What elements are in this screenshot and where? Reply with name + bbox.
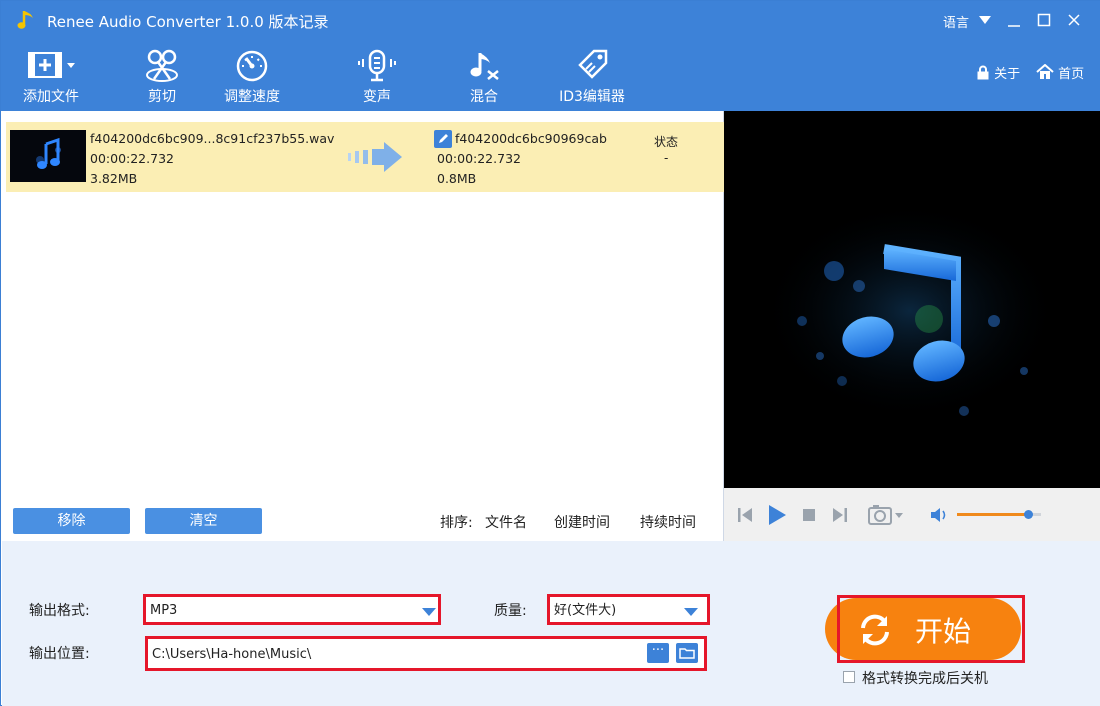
remove-button[interactable]: 移除: [13, 508, 130, 534]
file-list-panel: f404200dc6bc909...8c91cf237b55.wav 00:00…: [2, 111, 724, 541]
music-mix-icon: [470, 53, 499, 80]
main-toolbar: 添加文件 剪切 调整速度 变声 混合 ID3编辑器 关于 首页: [1, 39, 1100, 111]
quality-label: 质量:: [494, 603, 527, 619]
shutdown-label[interactable]: 格式转换完成后关机: [862, 668, 988, 688]
tag-edit-icon: [578, 49, 608, 79]
volume-icon[interactable]: [929, 506, 949, 524]
quality-select[interactable]: 好(文件大): [547, 594, 710, 625]
music-note-artwork-icon: [760, 201, 1060, 421]
scissors-icon: [146, 49, 178, 82]
sort-by-filename[interactable]: 文件名: [485, 512, 527, 532]
clear-button[interactable]: 清空: [145, 508, 262, 534]
source-duration: 00:00:22.732: [90, 151, 174, 166]
status-value: -: [664, 151, 669, 165]
output-file-name: f404200dc6bc90969cab8c9: [455, 131, 607, 146]
file-thumbnail: [10, 130, 86, 182]
edit-output-name-icon[interactable]: [434, 130, 452, 148]
output-duration: 00:00:22.732: [437, 151, 521, 166]
home-icon: [1036, 63, 1054, 79]
next-icon[interactable]: [831, 505, 849, 525]
camera-icon[interactable]: [867, 503, 907, 527]
app-logo-icon: [17, 11, 33, 29]
sort-by-duration[interactable]: 持续时间: [640, 512, 696, 532]
output-location-label: 输出位置:: [29, 646, 90, 662]
adjust-speed-button[interactable]: 调整速度: [215, 39, 289, 111]
add-file-button[interactable]: 添加文件: [13, 39, 89, 111]
id3-editor-button[interactable]: ID3编辑器: [551, 39, 633, 111]
sort-by-created-time[interactable]: 创建时间: [554, 512, 610, 532]
open-folder-button[interactable]: [676, 643, 698, 663]
output-location-value[interactable]: C:\Users\Ha-hone\Music\: [151, 642, 644, 665]
sort-label: 排序:: [440, 515, 473, 531]
output-format-value: MP3: [149, 600, 435, 619]
language-dropdown-icon[interactable]: [979, 16, 991, 24]
music-note-thumbnail-icon: [36, 137, 61, 169]
language-menu[interactable]: 语言: [943, 12, 969, 31]
play-icon[interactable]: [766, 503, 788, 527]
lock-icon: [977, 65, 989, 80]
volume-slider[interactable]: [957, 510, 1041, 519]
mix-label: 混合: [470, 89, 498, 105]
output-format-select[interactable]: MP3: [143, 594, 441, 625]
output-size: 0.8MB: [437, 171, 477, 186]
volume-slider-knob[interactable]: [1024, 510, 1034, 519]
maximize-icon[interactable]: [1033, 9, 1055, 31]
file-list-item[interactable]: f404200dc6bc909...8c91cf237b55.wav 00:00…: [6, 122, 724, 192]
chevron-down-icon[interactable]: [684, 608, 698, 616]
id3-editor-label: ID3编辑器: [559, 89, 625, 105]
adjust-speed-label: 调整速度: [224, 89, 280, 105]
shutdown-checkbox[interactable]: [843, 671, 855, 683]
microphone-icon: [358, 49, 396, 82]
voice-change-label: 变声: [363, 89, 391, 105]
about-label: 关于: [994, 67, 1021, 82]
start-button-highlight: [837, 595, 1025, 663]
add-file-icon: [28, 52, 75, 78]
title-bar[interactable]: Renee Audio Converter 1.0.0 版本记录 语言: [1, 1, 1100, 39]
source-size: 3.82MB: [90, 171, 138, 186]
home-label: 首页: [1058, 67, 1085, 82]
speedometer-icon: [236, 50, 268, 82]
output-format-label: 输出格式:: [29, 603, 90, 619]
add-file-label: 添加文件: [23, 89, 79, 105]
stop-icon[interactable]: [801, 507, 817, 523]
app-window: Renee Audio Converter 1.0.0 版本记录 语言 添加文件: [0, 0, 1100, 706]
browse-button[interactable]: ···: [647, 643, 669, 663]
cut-label: 剪切: [148, 89, 176, 105]
source-file-name: f404200dc6bc909...8c91cf237b55.wav: [90, 131, 335, 146]
window-title: Renee Audio Converter 1.0.0 版本记录: [47, 13, 329, 31]
previous-icon[interactable]: [736, 505, 754, 525]
output-location-field[interactable]: C:\Users\Ha-hone\Music\ ···: [145, 636, 707, 671]
home-link[interactable]: 首页: [1036, 63, 1084, 82]
cut-button[interactable]: 剪切: [129, 39, 195, 111]
chevron-down-icon[interactable]: [422, 608, 436, 616]
folder-icon: [679, 648, 695, 659]
minimize-icon[interactable]: [1003, 9, 1025, 31]
status-header: 状态: [654, 135, 679, 149]
about-link[interactable]: 关于: [976, 63, 1020, 82]
player-controls: [724, 488, 1100, 541]
quality-value: 好(文件大): [553, 600, 704, 619]
volume-slider-fill: [957, 513, 1029, 516]
convert-arrow-icon: [348, 142, 402, 172]
mix-button[interactable]: 混合: [453, 39, 515, 111]
close-icon[interactable]: [1063, 9, 1085, 31]
preview-pane: [724, 111, 1100, 488]
voice-change-button[interactable]: 变声: [347, 39, 407, 111]
